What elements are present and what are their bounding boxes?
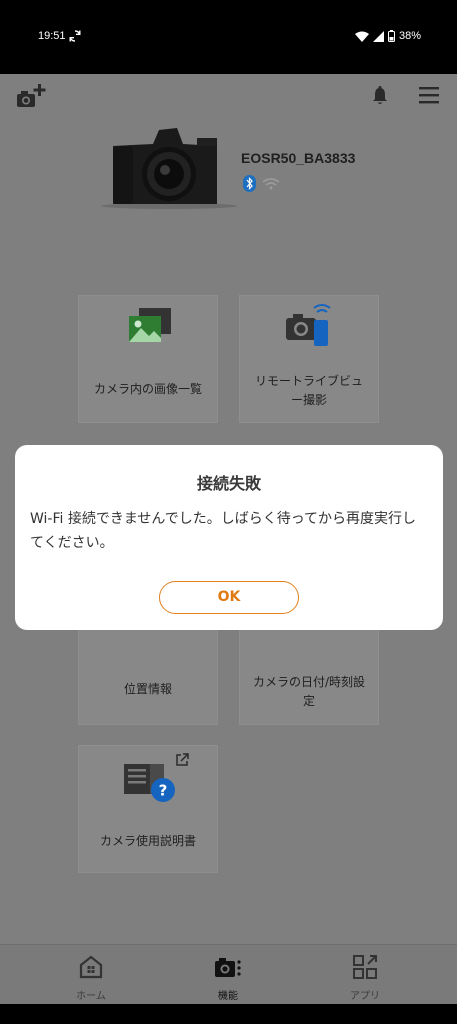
add-camera-icon[interactable] [16, 84, 46, 110]
tile-label: カメラ内の画像一覧 [93, 382, 202, 396]
remote-shooting-icon [286, 304, 331, 346]
signal-icon [372, 30, 384, 42]
notification-bell-icon[interactable] [371, 86, 389, 106]
sync-icon [69, 30, 81, 42]
status-time: 19:51 [38, 30, 66, 42]
nav-home[interactable]: ホーム [15, 945, 167, 1005]
svg-text:?: ? [159, 782, 168, 800]
tile-image-list[interactable]: カメラ内の画像一覧 [78, 295, 218, 423]
dialog-title: 接続失敗 [196, 474, 261, 493]
nav-label: ホーム [76, 991, 106, 1002]
camera-name: EOSR50_BA3833 [241, 150, 356, 166]
home-icon [79, 955, 103, 979]
nav-functions[interactable]: 機能 [152, 945, 304, 1005]
image-gallery-icon [129, 308, 171, 342]
camera-image [101, 128, 237, 209]
nav-label: 機能 [218, 991, 238, 1002]
apps-grid-icon [353, 955, 377, 979]
external-link-icon [176, 753, 189, 766]
wifi-status-icon [354, 31, 369, 42]
menu-icon[interactable] [418, 84, 440, 106]
system-nav-bar [0, 1004, 457, 1024]
dialog-message: Wi-Fi 接続できませんでした。しばらく待ってから再度実行してください。 [30, 511, 417, 551]
tile-label: カメラ使用説明書 [99, 834, 196, 848]
connection-failed-dialog: 接続失敗 Wi-Fi 接続できませんでした。しばらく待ってから再度実行してくださ… [15, 445, 443, 630]
battery-percent: 38% [398, 30, 421, 42]
camera-function-icon [215, 958, 241, 977]
tile-instruction-manual[interactable]: ? カメラ使用説明書 [78, 745, 218, 873]
manual-help-icon: ? [124, 764, 175, 802]
tile-label: リモートライブビュ ー撮影 [254, 374, 363, 407]
ok-button[interactable]: OK [159, 581, 299, 614]
tile-label: 位置情報 [123, 682, 172, 696]
battery-icon [387, 30, 395, 42]
tile-label: カメラの日付/時刻設 定 [252, 675, 366, 708]
status-indicators: 38% [354, 30, 421, 42]
status-bar: 19:51 38% [0, 0, 457, 74]
wifi-icon [262, 177, 280, 189]
bottom-nav: ホーム 機能 アプリ [0, 944, 457, 1004]
connection-status [243, 175, 280, 192]
tile-remote-live-view[interactable]: リモートライブビュ ー撮影 [239, 295, 379, 423]
nav-label: アプリ [350, 991, 380, 1002]
bluetooth-icon [243, 175, 256, 192]
nav-apps[interactable]: アプリ [289, 945, 441, 1005]
